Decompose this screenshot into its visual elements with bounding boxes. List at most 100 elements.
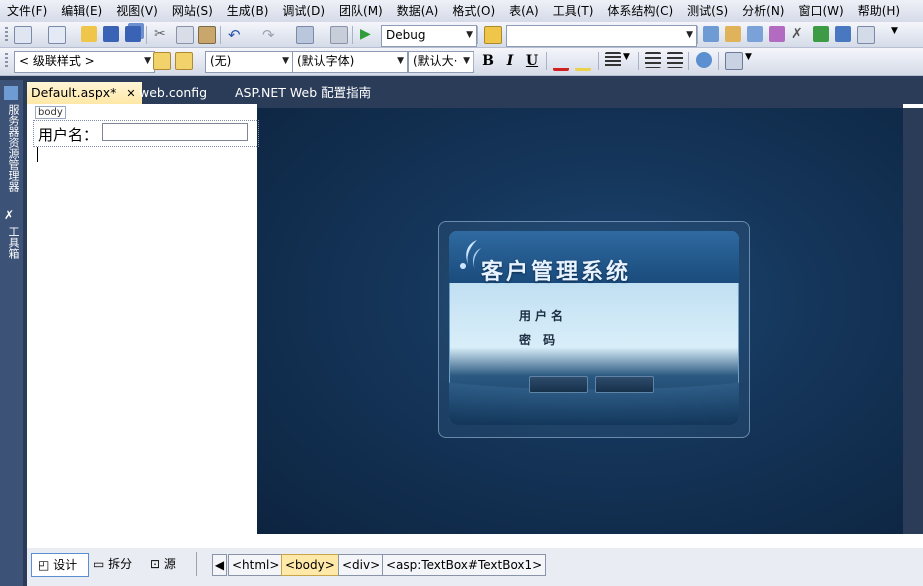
chevron-down-icon[interactable]: ▼: [623, 52, 639, 68]
object-browser-icon[interactable]: [747, 26, 763, 42]
chevron-down-icon: ▼: [463, 56, 470, 66]
toolbox-icon[interactable]: [769, 26, 785, 42]
menu-tools[interactable]: 工具(T): [546, 0, 601, 22]
add-item-icon[interactable]: [48, 26, 66, 44]
italic-button[interactable]: I: [502, 52, 518, 70]
hyperlink-icon[interactable]: [696, 52, 712, 68]
tab-label: Default.aspx*: [31, 85, 117, 100]
tools-icon[interactable]: ✗: [791, 26, 807, 42]
tab-web-config[interactable]: web.config: [139, 82, 207, 104]
view-design-button[interactable]: ◰ 设计: [31, 553, 89, 577]
css-style-select[interactable]: < 级联样式 > ▼: [14, 51, 155, 73]
login-footer-curve: [449, 356, 739, 425]
font-color-icon[interactable]: [553, 52, 569, 71]
redo-icon[interactable]: ↷: [262, 26, 278, 44]
configuration-value: Debug: [386, 28, 426, 42]
chevron-down-icon: ▼: [144, 56, 151, 66]
command-window-icon[interactable]: [857, 26, 875, 44]
chevron-down-icon: ▼: [397, 56, 404, 66]
font-name-value: (默认字体): [297, 54, 355, 68]
underline-button[interactable]: U: [524, 52, 540, 70]
toolbar-overflow-icon[interactable]: ▼: [891, 26, 907, 42]
menu-debug[interactable]: 调试(D): [275, 0, 332, 22]
side-tab-server-explorer[interactable]: 服务器资源管理器: [2, 104, 21, 192]
target-rule-icon[interactable]: [175, 52, 193, 70]
solution-configuration-select[interactable]: Debug ▼: [381, 25, 477, 47]
menu-website[interactable]: 网站(S): [165, 0, 220, 22]
tab-default-aspx[interactable]: Default.aspx* ✕: [27, 82, 142, 104]
start-debugging-icon[interactable]: ▶: [360, 26, 376, 42]
view-design-label: 设计: [53, 558, 78, 572]
navigate-forward-icon[interactable]: [330, 26, 348, 44]
chevron-down-icon: ▼: [282, 56, 289, 66]
font-name-select[interactable]: (默认字体) ▼: [292, 51, 408, 73]
copy-icon[interactable]: [176, 26, 194, 44]
numbered-list-icon[interactable]: [667, 52, 683, 68]
breadcrumb-body[interactable]: <body>: [281, 554, 339, 576]
menu-window[interactable]: 窗口(W): [791, 0, 850, 22]
align-icon[interactable]: [605, 52, 621, 68]
insert-table-icon[interactable]: [725, 52, 743, 70]
toolbar-overflow-icon[interactable]: ▼: [745, 52, 761, 68]
formatting-toolbar: < 级联样式 > ▼ (无) ▼ (默认字体) ▼ (默认大· ▼ B I U …: [0, 48, 923, 76]
class-view-icon[interactable]: [835, 26, 851, 42]
css-style-value: < 级联样式 >: [19, 54, 95, 68]
breadcrumb-div[interactable]: <div>: [338, 554, 385, 576]
menu-bar: 文件(F) 编辑(E) 视图(V) 网站(S) 生成(B) 调试(D) 团队(M…: [0, 0, 923, 22]
find-combo[interactable]: ▼: [506, 25, 697, 47]
highlight-color-icon[interactable]: [575, 52, 591, 71]
username-label: 用户名：: [38, 126, 99, 144]
toolbox-icon: ✗: [4, 208, 15, 222]
new-project-icon[interactable]: [14, 26, 32, 44]
bullet-list-icon[interactable]: [645, 52, 661, 68]
close-icon[interactable]: ✕: [126, 87, 135, 100]
login-username-label: 用户名: [519, 309, 568, 323]
menu-build[interactable]: 生成(B): [220, 0, 276, 22]
navigate-backward-icon[interactable]: [296, 26, 314, 44]
find-in-files-icon[interactable]: [484, 26, 502, 44]
design-surface[interactable]: [27, 104, 257, 534]
login-title: 客户管理系统: [481, 259, 632, 285]
side-tab-toolbox[interactable]: 工具箱: [2, 226, 21, 259]
vertical-scrollbar[interactable]: [903, 104, 923, 536]
side-tool-strip: 服务器资源管理器 ✗ 工具箱: [0, 80, 23, 586]
toolbar-grip[interactable]: [5, 27, 8, 43]
solution-explorer-icon[interactable]: [703, 26, 719, 42]
font-size-value: (默认大·: [413, 54, 458, 68]
menu-analyze[interactable]: 分析(N): [735, 0, 791, 22]
menu-table[interactable]: 表(A): [502, 0, 546, 22]
menu-test[interactable]: 测试(S): [680, 0, 735, 22]
server-explorer-icon: [4, 86, 18, 100]
open-folder-icon[interactable]: [81, 26, 97, 42]
font-size-select[interactable]: (默认大· ▼: [408, 51, 474, 73]
save-icon[interactable]: [103, 26, 119, 42]
view-split-label: 拆分: [108, 557, 133, 571]
block-format-select[interactable]: (无) ▼: [205, 51, 293, 73]
menu-file[interactable]: 文件(F): [0, 0, 54, 22]
split-view-icon: ▭: [93, 557, 105, 571]
breadcrumb-scroll-left[interactable]: ◀: [212, 554, 227, 576]
paste-icon[interactable]: [198, 26, 216, 44]
menu-help[interactable]: 帮助(H): [851, 0, 907, 22]
menu-team[interactable]: 团队(M): [332, 0, 390, 22]
undo-icon[interactable]: ↶: [228, 26, 244, 44]
breadcrumb-html[interactable]: <html>: [228, 554, 284, 576]
bold-button[interactable]: B: [480, 52, 496, 70]
save-all-icon[interactable]: [125, 26, 141, 42]
view-source-button[interactable]: ⊡ 源: [150, 553, 176, 575]
toolbar-grip[interactable]: [5, 53, 8, 69]
properties-icon[interactable]: [725, 26, 741, 42]
menu-edit[interactable]: 编辑(E): [54, 0, 109, 22]
view-split-button[interactable]: ▭ 拆分: [93, 553, 132, 575]
breadcrumb-textbox[interactable]: <asp:TextBox#TextBox1>: [382, 554, 547, 576]
tab-aspnet-config-guide[interactable]: ASP.NET Web 配置指南: [235, 82, 371, 104]
apply-style-icon[interactable]: [153, 52, 171, 70]
username-textbox[interactable]: [102, 123, 248, 141]
menu-architecture[interactable]: 体系结构(C): [600, 0, 680, 22]
cut-icon[interactable]: ✂: [154, 26, 170, 42]
start-page-icon[interactable]: [813, 26, 829, 42]
menu-data[interactable]: 数据(A): [390, 0, 446, 22]
menu-view[interactable]: 视图(V): [109, 0, 165, 22]
menu-format[interactable]: 格式(O): [445, 0, 502, 22]
view-source-label: 源: [163, 557, 176, 571]
